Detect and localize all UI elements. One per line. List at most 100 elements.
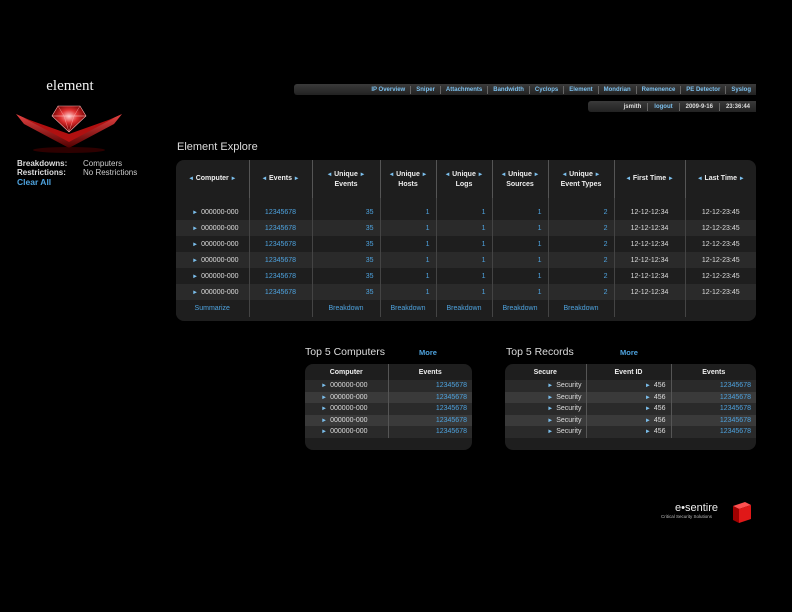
breakdown-link[interactable]: Breakdown [379, 300, 436, 317]
expand-arrow-icon[interactable]: ► [192, 290, 198, 296]
sort-left-arrow-icon[interactable]: ◄ [327, 172, 335, 178]
secure-cell[interactable]: ► Security [505, 403, 586, 415]
table-cell[interactable]: 1 [491, 236, 548, 252]
summarize-link[interactable]: Summarize [176, 300, 249, 317]
column-header[interactable]: ◄ Computer ► [176, 160, 249, 198]
expand-arrow-icon[interactable]: ► [547, 429, 553, 435]
computer-cell[interactable]: ► 000000-000 [305, 380, 388, 392]
event-id-cell[interactable]: ► 456 [585, 391, 671, 403]
table-cell[interactable]: 35 [311, 252, 380, 268]
table-cell[interactable]: 1 [435, 252, 492, 268]
events-link[interactable]: 12345678 [670, 414, 756, 426]
computer-cell[interactable]: ► 000000-000 [305, 414, 388, 426]
table-cell[interactable]: 1 [435, 284, 492, 300]
table-cell[interactable]: 2 [547, 204, 614, 220]
column-header[interactable]: ◄ Last Time ► [684, 160, 756, 198]
event-id-cell[interactable]: ► 456 [585, 414, 671, 426]
events-link[interactable]: 12345678 [670, 403, 756, 415]
nav-item-sniper[interactable]: Sniper [410, 85, 440, 94]
nav-item-syslog[interactable]: Syslog [725, 85, 756, 94]
nav-item-ip-overview[interactable]: IP Overview [366, 86, 410, 94]
expand-arrow-icon[interactable]: ► [321, 418, 327, 424]
table-cell[interactable]: 1 [379, 268, 436, 284]
secure-cell[interactable]: ► Security [505, 391, 586, 403]
table-cell[interactable]: 1 [435, 236, 492, 252]
sort-left-arrow-icon[interactable]: ◄ [261, 176, 269, 182]
secure-cell[interactable]: ► Security [505, 414, 586, 426]
expand-arrow-icon[interactable]: ► [321, 395, 327, 401]
expand-arrow-icon[interactable]: ► [192, 226, 198, 232]
sort-left-arrow-icon[interactable]: ◄ [501, 172, 509, 178]
expand-arrow-icon[interactable]: ► [321, 429, 327, 435]
nav-item-cyclops[interactable]: Cyclops [528, 85, 563, 94]
breakdown-link[interactable]: Breakdown [435, 300, 492, 317]
secure-cell[interactable]: ► Security [505, 426, 586, 438]
sort-right-arrow-icon[interactable]: ► [666, 176, 674, 182]
table-cell[interactable]: 1 [379, 236, 436, 252]
table-cell[interactable]: 12345678 [248, 204, 312, 220]
table-cell[interactable]: 35 [311, 284, 380, 300]
sort-left-arrow-icon[interactable]: ◄ [445, 172, 453, 178]
table-cell[interactable]: ► 000000-000 [176, 220, 249, 236]
table-cell[interactable]: 12345678 [248, 252, 312, 268]
expand-arrow-icon[interactable]: ► [547, 395, 553, 401]
table-cell[interactable]: 1 [379, 252, 436, 268]
table-cell[interactable]: 1 [379, 220, 436, 236]
column-header[interactable]: ◄ Events ► [248, 160, 312, 198]
sort-left-arrow-icon[interactable]: ◄ [625, 176, 633, 182]
nav-item-element[interactable]: Element [563, 85, 597, 94]
column-header[interactable]: Computer [305, 364, 388, 380]
nav-item-pe-detector[interactable]: PE Detector [680, 85, 725, 94]
expand-arrow-icon[interactable]: ► [645, 383, 651, 389]
expand-arrow-icon[interactable]: ► [192, 274, 198, 280]
nav-item-remenence[interactable]: Remenence [635, 85, 681, 94]
table-cell[interactable]: 35 [311, 268, 380, 284]
sort-right-arrow-icon[interactable]: ► [476, 172, 484, 178]
expand-arrow-icon[interactable]: ► [645, 395, 651, 401]
table-cell[interactable]: 1 [435, 268, 492, 284]
table-cell[interactable]: 12345678 [248, 284, 312, 300]
table-cell[interactable]: 1 [491, 204, 548, 220]
column-header[interactable]: ◄ Unique ► Hosts [379, 160, 436, 198]
breakdown-link[interactable]: Breakdown [491, 300, 548, 317]
column-header[interactable]: ◄ Unique ► Logs [435, 160, 492, 198]
sort-left-arrow-icon[interactable]: ◄ [562, 172, 570, 178]
events-link[interactable]: 12345678 [670, 380, 756, 392]
expand-arrow-icon[interactable]: ► [547, 418, 553, 424]
events-link[interactable]: 12345678 [387, 403, 472, 415]
table-cell[interactable]: 2 [547, 268, 614, 284]
sort-right-arrow-icon[interactable]: ► [532, 172, 540, 178]
top5-records-more-link[interactable]: More [620, 348, 638, 357]
table-cell[interactable]: ► 000000-000 [176, 284, 249, 300]
column-header[interactable]: ◄ Unique ► Sources [491, 160, 548, 198]
sort-right-arrow-icon[interactable]: ► [358, 172, 366, 178]
nav-item-mondrian[interactable]: Mondrian [597, 85, 636, 94]
expand-arrow-icon[interactable]: ► [192, 258, 198, 264]
table-cell[interactable]: ► 000000-000 [176, 236, 249, 252]
column-header[interactable]: Events [670, 364, 756, 380]
nav-item-bandwidth[interactable]: Bandwidth [487, 85, 529, 94]
expand-arrow-icon[interactable]: ► [321, 383, 327, 389]
table-cell[interactable]: 1 [435, 220, 492, 236]
table-cell[interactable]: 1 [435, 204, 492, 220]
table-cell[interactable]: 1 [379, 204, 436, 220]
table-cell[interactable]: 2 [547, 220, 614, 236]
table-cell[interactable]: 1 [491, 284, 548, 300]
expand-arrow-icon[interactable]: ► [645, 406, 651, 412]
table-cell[interactable]: 35 [311, 204, 380, 220]
breakdown-link[interactable]: Breakdown [547, 300, 614, 317]
computer-cell[interactable]: ► 000000-000 [305, 403, 388, 415]
table-cell[interactable]: 2 [547, 252, 614, 268]
expand-arrow-icon[interactable]: ► [645, 418, 651, 424]
events-link[interactable]: 12345678 [387, 426, 472, 438]
events-link[interactable]: 12345678 [670, 426, 756, 438]
column-header[interactable]: ◄ Unique ► Event Types [547, 160, 614, 198]
expand-arrow-icon[interactable]: ► [321, 406, 327, 412]
table-cell[interactable]: 1 [491, 252, 548, 268]
expand-arrow-icon[interactable]: ► [192, 242, 198, 248]
event-id-cell[interactable]: ► 456 [585, 426, 671, 438]
table-cell[interactable]: ► 000000-000 [176, 204, 249, 220]
table-cell[interactable]: 12345678 [248, 268, 312, 284]
expand-arrow-icon[interactable]: ► [192, 210, 198, 216]
table-cell[interactable]: 2 [547, 236, 614, 252]
